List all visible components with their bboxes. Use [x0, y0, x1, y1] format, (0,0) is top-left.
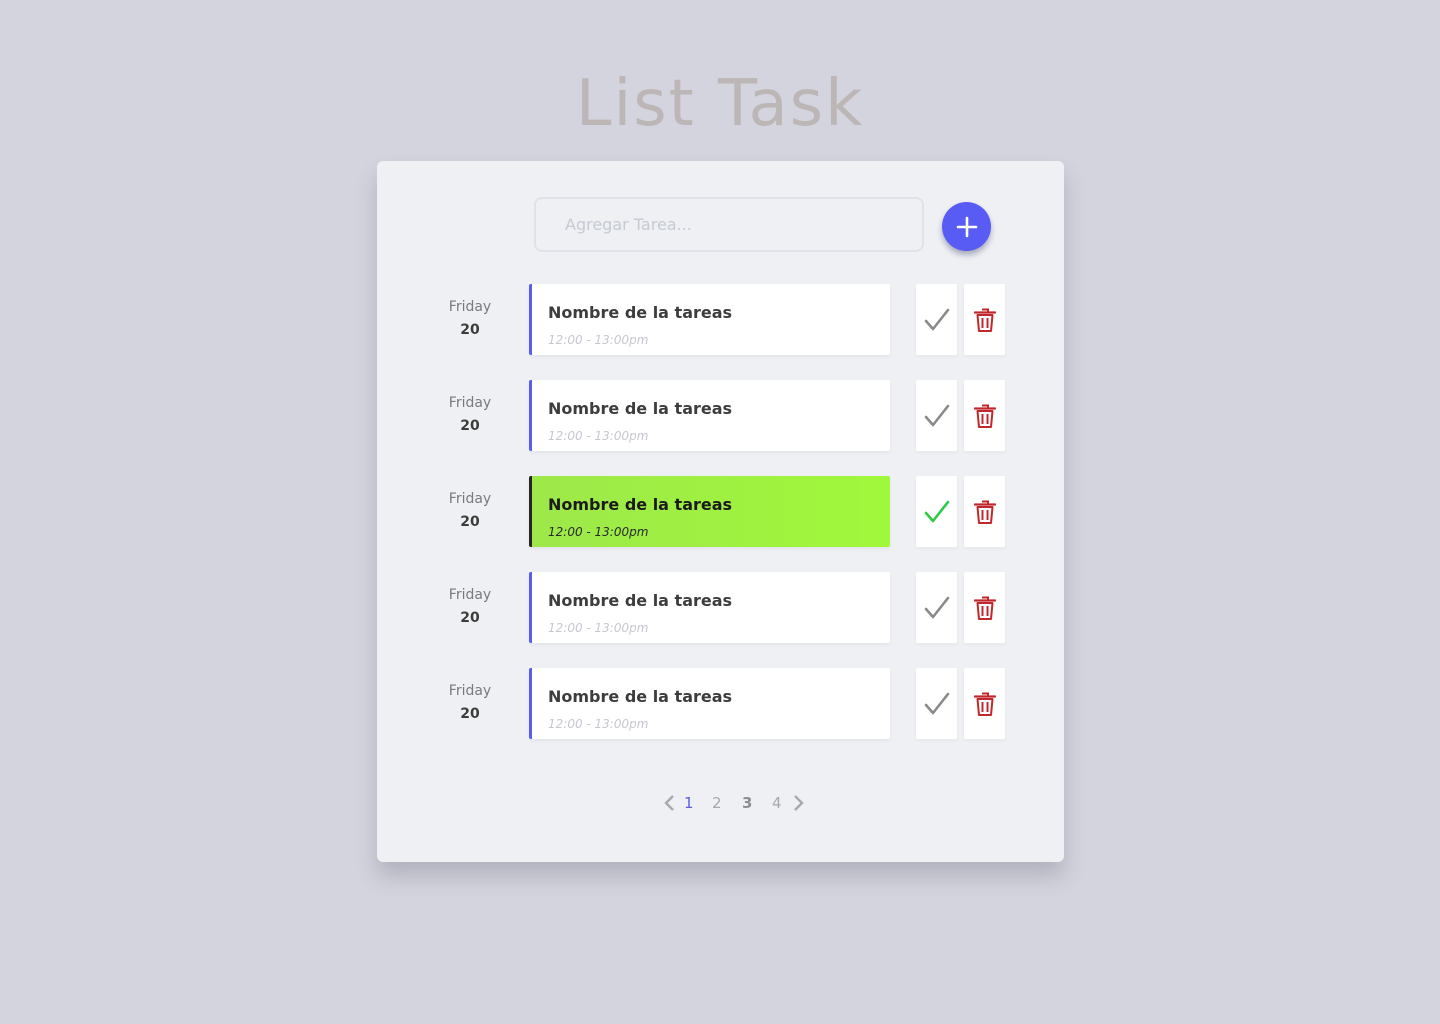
task-row: Friday 20 Nombre de la tareas 12:00 - 13:00… [377, 572, 1064, 643]
check-icon [924, 308, 949, 330]
task-row: Friday 20 Nombre de la tareas 12:00 - 13:00… [377, 668, 1064, 739]
task-date: Friday 20 [427, 393, 513, 439]
task-date-number: 20 [460, 418, 480, 434]
task-day: Friday [448, 587, 492, 603]
task-day: Friday [448, 491, 492, 507]
task-time: 12:00 - 13:00pm [548, 621, 649, 635]
check-icon [924, 596, 949, 618]
task-date: Friday 20 [427, 681, 513, 727]
task-date: Friday 20 [427, 297, 513, 343]
trash-icon [973, 596, 996, 620]
page-link-2[interactable]: 2 [712, 791, 722, 815]
task-name: Nombre de la tareas [548, 399, 733, 418]
chevron-left-icon[interactable] [663, 795, 675, 811]
task-item[interactable]: Nombre de la tareas 12:00 - 13:00pm [529, 284, 890, 355]
task-date: Friday 20 [427, 585, 513, 631]
task-day: Friday [448, 299, 492, 315]
task-time: 12:00 - 13:00pm [548, 525, 649, 539]
task-day: Friday [448, 683, 492, 699]
task-date: Friday 20 [427, 489, 513, 535]
pagination: 1 2 3 4 [377, 789, 1064, 817]
trash-icon [973, 404, 996, 428]
task-name: Nombre de la tareas [548, 303, 733, 322]
delete-task-button[interactable] [964, 572, 1005, 643]
check-icon [924, 692, 949, 714]
chevron-right-icon[interactable] [793, 795, 805, 811]
delete-task-button[interactable] [964, 284, 1005, 355]
check-icon [924, 404, 949, 426]
task-date-number: 20 [460, 610, 480, 626]
page-title: List Task [575, 67, 865, 141]
task-item[interactable]: Nombre de la tareas 12:00 - 13:00pm [529, 668, 890, 739]
task-date-number: 20 [460, 514, 480, 530]
task-item[interactable]: Nombre de la tareas 12:00 - 13:00pm [529, 476, 890, 547]
task-row: Friday 20 Nombre de la tareas 12:00 - 13:00… [377, 380, 1064, 451]
plus-icon [956, 216, 977, 237]
task-time: 12:00 - 13:00pm [548, 717, 649, 731]
task-day: Friday [448, 395, 492, 411]
complete-task-button[interactable] [916, 572, 957, 643]
task-row: Friday 20 Nombre de la tareas 12:00 - 13:00… [377, 476, 1064, 547]
task-time: 12:00 - 13:00pm [548, 429, 649, 443]
complete-task-button[interactable] [916, 380, 957, 451]
complete-task-button[interactable] [916, 284, 957, 355]
page-link-3[interactable]: 3 [742, 791, 752, 815]
trash-icon [973, 692, 996, 716]
task-time: 12:00 - 13:00pm [548, 333, 649, 347]
task-row: Friday 20 Nombre de la tareas 12:00 - 13:00… [377, 284, 1064, 355]
task-name: Nombre de la tareas [548, 687, 733, 706]
task-item[interactable]: Nombre de la tareas 12:00 - 13:00pm [529, 380, 890, 451]
task-date-number: 20 [460, 322, 480, 338]
check-icon [924, 500, 949, 522]
task-name: Nombre de la tareas [548, 591, 733, 610]
trash-icon [973, 500, 996, 524]
delete-task-button[interactable] [964, 668, 1005, 739]
task-item[interactable]: Nombre de la tareas 12:00 - 13:00pm [529, 572, 890, 643]
add-task-input[interactable] [534, 197, 924, 252]
complete-task-button[interactable] [916, 476, 957, 547]
delete-task-button[interactable] [964, 380, 1005, 451]
add-task-button[interactable] [942, 202, 991, 251]
page-link-1[interactable]: 1 [684, 791, 694, 815]
complete-task-button[interactable] [916, 668, 957, 739]
task-name: Nombre de la tareas [548, 495, 733, 514]
delete-task-button[interactable] [964, 476, 1005, 547]
task-date-number: 20 [460, 706, 480, 722]
page-link-4[interactable]: 4 [772, 791, 782, 815]
task-card: Friday 20 Nombre de la tareas 12:00 - 13:00… [377, 161, 1064, 862]
trash-icon [973, 308, 996, 332]
